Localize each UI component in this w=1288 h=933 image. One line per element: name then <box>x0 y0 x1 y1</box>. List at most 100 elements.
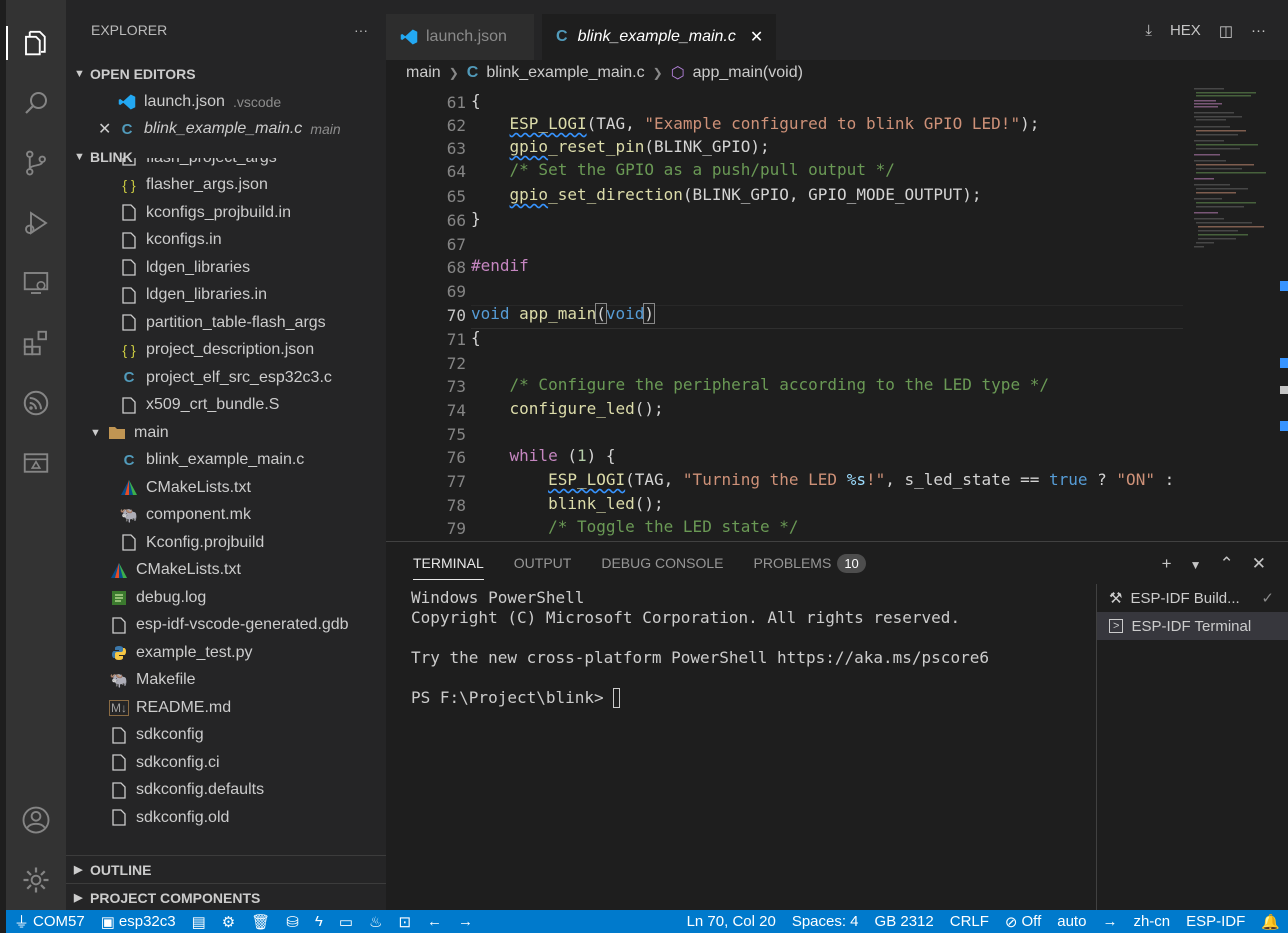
arrow-left-icon[interactable]: ← <box>419 913 450 930</box>
terminal-item-esp-idf[interactable]: > ESP-IDF Terminal <box>1097 612 1288 640</box>
json-file-icon: { } <box>122 177 136 194</box>
breadcrumb-folder[interactable]: main <box>406 64 441 82</box>
open-editors-header[interactable]: ▼ OPEN EDITORS <box>66 60 386 88</box>
gutter-line: 69 <box>386 280 466 303</box>
tab-terminal[interactable]: TERMINAL <box>413 555 484 580</box>
file-tree-item[interactable]: { } flasher_args.json <box>66 172 386 200</box>
file-tree-item[interactable]: sdkconfig.old <box>66 804 386 832</box>
tab-problems[interactable]: PROBLEMS 10 <box>754 553 866 573</box>
file-tree-item[interactable]: sdkconfig <box>66 722 386 750</box>
close-icon[interactable]: ✕ <box>1252 554 1266 574</box>
file-tree-item[interactable]: kconfigs_projbuild.in <box>66 199 386 227</box>
language-mode[interactable]: auto <box>1049 913 1094 931</box>
terminal-output[interactable]: Windows PowerShell Copyright (C) Microsof… <box>411 588 989 708</box>
folder-main[interactable]: ▼ main <box>66 419 386 447</box>
open-editor-item[interactable]: launch.json .vscode <box>66 88 386 116</box>
c-file-icon: C <box>121 120 133 138</box>
file-tree-item[interactable]: kconfigs.in <box>66 227 386 255</box>
file-tree-item[interactable]: ldgen_libraries.in <box>66 282 386 310</box>
save-binary-icon[interactable]: ⤓ <box>1145 22 1152 40</box>
arrow-right-icon[interactable]: → <box>1094 913 1125 931</box>
flash-lightning-icon[interactable]: ϟ <box>307 913 331 930</box>
terminal-icon[interactable]: ⊡ <box>390 913 419 931</box>
remote-explorer-icon[interactable] <box>6 258 66 308</box>
code-line-66: } <box>471 209 481 228</box>
esp-idf-icon[interactable] <box>6 378 66 428</box>
chevron-down-icon[interactable]: ▼ <box>1190 558 1202 574</box>
flame-icon[interactable]: ♨ <box>361 913 390 931</box>
file-name: sdkconfig.old <box>136 808 230 826</box>
new-terminal-icon[interactable]: + <box>1162 554 1172 574</box>
more-actions-icon[interactable]: ··· <box>354 22 368 38</box>
file-tree-item[interactable]: debug.log <box>66 584 386 612</box>
file-tree-item[interactable]: ldgen_libraries <box>66 254 386 282</box>
hex-button[interactable]: HEX <box>1170 22 1201 40</box>
tab-debug-console[interactable]: DEBUG CONSOLE <box>601 555 723 571</box>
file-tree-item[interactable]: flash_project_args <box>66 158 386 172</box>
file-name: sdkconfig.ci <box>136 753 220 771</box>
locale[interactable]: zh-cn <box>1125 913 1178 931</box>
minimap[interactable] <box>1190 86 1286 286</box>
bell-icon[interactable]: 🔔 <box>1253 913 1288 931</box>
source-control-icon[interactable] <box>6 138 66 188</box>
tab-launch-json[interactable]: launch.json <box>386 14 534 60</box>
close-icon[interactable]: ✕ <box>750 27 763 47</box>
file-tree-item[interactable]: 🐃 component.mk <box>66 502 386 530</box>
file-tree-item[interactable]: Cproject_elf_src_esp32c3.c <box>66 364 386 392</box>
account-icon[interactable] <box>6 795 66 845</box>
breadcrumb-symbol[interactable]: app_main(void) <box>693 64 803 82</box>
explorer-icon[interactable] <box>6 18 66 68</box>
monitor-icon[interactable]: ▭ <box>331 913 361 931</box>
format-toggle[interactable]: ⊘ Off <box>997 913 1049 931</box>
line-number: 79 <box>446 519 466 538</box>
c-file-icon: C <box>123 369 135 387</box>
port-select[interactable]: ⏚ COM57 <box>6 911 93 932</box>
gutter-line: 74 <box>386 399 466 422</box>
encoding[interactable]: GB 2312 <box>867 913 942 931</box>
file-tree-item[interactable]: Cblink_example_main.c <box>66 447 386 475</box>
file-tree-item[interactable]: esp-idf-vscode-generated.gdb <box>66 612 386 640</box>
file-tree-item[interactable]: sdkconfig.defaults <box>66 777 386 805</box>
extension-label[interactable]: ESP-IDF <box>1178 913 1253 931</box>
file-tree-item[interactable]: M↓ README.md <box>66 694 386 722</box>
outline-header[interactable]: ▶ OUTLINE <box>66 855 386 883</box>
indentation[interactable]: Spaces: 4 <box>784 913 867 931</box>
extensions-icon[interactable] <box>6 318 66 368</box>
file-tree-item[interactable]: 🐃 Makefile <box>66 667 386 695</box>
file-tree-item[interactable]: example_test.py <box>66 639 386 667</box>
file-tree-item[interactable]: CMakeLists.txt <box>66 474 386 502</box>
search-icon[interactable] <box>6 78 66 128</box>
file-name: blink_example_main.c <box>146 451 305 469</box>
tools-icon: ⚒ <box>1109 590 1123 607</box>
code-editor[interactable]: 61 62 63 64 65 66 67 68 69 70 71 72 73 74 75 76 77 78 79 {… <box>386 86 1288 540</box>
file-tree-item[interactable]: { } project_description.json <box>66 337 386 365</box>
breadcrumb-file[interactable]: blink_example_main.c <box>486 64 644 82</box>
open-editor-item[interactable]: ✕ C blink_example_main.c main <box>66 116 386 144</box>
target-select[interactable]: ▣ esp32c3 <box>93 913 184 931</box>
maximize-panel-icon[interactable]: ⌃ <box>1220 554 1234 574</box>
scrollbar[interactable] <box>1280 86 1288 540</box>
gear-icon[interactable] <box>6 855 66 905</box>
arrow-right-icon[interactable]: → <box>450 913 481 930</box>
tab-output[interactable]: OUTPUT <box>514 555 572 571</box>
file-tree-item[interactable]: sdkconfig.ci <box>66 749 386 777</box>
fullclean-trash-icon[interactable]: 🗑 <box>243 913 278 931</box>
file-tree-item[interactable]: Kconfig.projbuild <box>66 529 386 557</box>
more-actions-icon[interactable]: ··· <box>1251 22 1266 40</box>
tab-blink-example-main[interactable]: C blink_example_main.c ✕ <box>542 14 776 60</box>
close-icon[interactable]: ✕ <box>98 119 118 139</box>
split-editor-icon[interactable]: ◫ <box>1219 22 1233 40</box>
file-name: ldgen_libraries.in <box>146 286 267 304</box>
platformio-icon[interactable] <box>6 438 66 488</box>
open-folder-icon[interactable]: ▤ <box>184 913 214 931</box>
run-debug-icon[interactable] <box>6 198 66 248</box>
file-tree-item[interactable]: partition_table-flash_args <box>66 309 386 337</box>
project-components-header[interactable]: ▶ PROJECT COMPONENTS <box>66 883 386 910</box>
end-of-line[interactable]: CRLF <box>942 913 997 931</box>
terminal-item-build[interactable]: ⚒ ESP-IDF Build... ✓ <box>1097 584 1288 612</box>
config-gear-icon[interactable]: ⚙ <box>214 913 243 931</box>
build-database-icon[interactable]: ⛁ <box>278 913 307 931</box>
file-tree-item[interactable]: CMakeLists.txt <box>66 557 386 585</box>
file-tree-item[interactable]: x509_crt_bundle.S <box>66 392 386 420</box>
cursor-position[interactable]: Ln 70, Col 20 <box>679 913 784 931</box>
